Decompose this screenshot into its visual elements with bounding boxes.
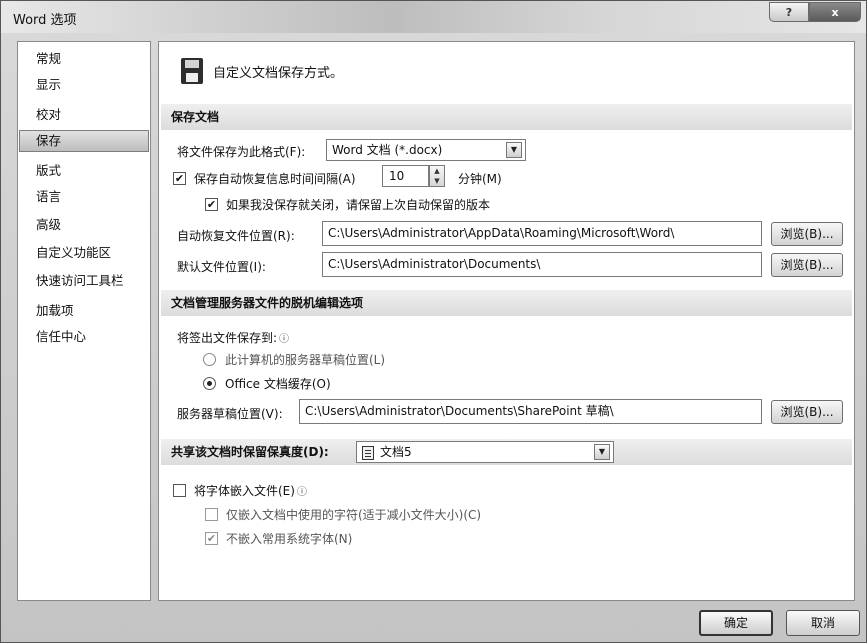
server-drafts-location-label: 服务器草稿位置(V): [177,405,283,422]
floppy-disk-icon [181,58,203,84]
sidebar-item-layout[interactable]: 版式 [19,160,149,182]
server-drafts-location-label-text: 服务器草稿位置(V): [177,407,283,421]
format-label-text: 将文件保存为此格式(F): [177,145,306,159]
fidelity-label: 共享该文档时保留保真度(D): [171,445,329,459]
sidebar: 常规 显示 校对 保存 版式 语言 高级 自定义功能区 快速访问工具栏 加载项 … [17,41,151,601]
help-button[interactable]: ? [769,2,809,22]
fidelity-document-value: 文档5 [380,445,412,459]
sidebar-item-trust-center[interactable]: 信任中心 [19,326,149,348]
section-offline-editing: 文档管理服务器文件的脱机编辑选项 [161,290,852,316]
embed-used-chars-checkbox[interactable] [205,508,218,521]
sidebar-item-general[interactable]: 常规 [19,48,149,70]
save-format-select[interactable]: Word 文档 (*.docx) ▼ [326,139,526,161]
save-checked-out-label: 将签出文件保存到: [177,331,278,345]
browse-default-button[interactable]: 浏览(B)... [771,253,843,277]
embed-fonts-row[interactable]: 将字体嵌入文件(E) ⓘ [173,482,307,499]
server-drafts-radio[interactable] [203,353,216,366]
section-save-documents: 保存文档 [161,104,852,130]
server-drafts-location-input[interactable]: C:\Users\Administrator\Documents\SharePo… [299,399,762,424]
autorecover-checkbox[interactable]: ✔ [173,172,186,185]
save-format-value: Word 文档 (*.docx) [332,143,443,157]
option-server-drafts-row[interactable]: 此计算机的服务器草稿位置(L) [203,351,385,368]
ok-button[interactable]: 确定 [699,610,773,636]
panel-header-text: 自定义文档保存方式。 [213,65,344,81]
document-icon [362,445,374,460]
embed-fonts-label: 将字体嵌入文件(E) [194,484,295,498]
default-location-label: 默认文件位置(I): [177,258,266,275]
format-label: 将文件保存为此格式(F): [177,143,305,160]
autorecover-location-label: 自动恢复文件位置(R): [177,227,295,244]
autorecover-location-label-text: 自动恢复文件位置(R): [177,229,295,243]
word-options-dialog: Word 选项 ? x 常规 显示 校对 保存 版式 语言 高级 自定义功能区 … [0,0,867,643]
save-checked-out-row: 将签出文件保存到: ⓘ [177,329,289,346]
autorecover-row: ✔ 保存自动恢复信息时间间隔(A) [173,170,356,187]
save-options-panel: 自定义文档保存方式。 保存文档 将文件保存为此格式(F): Word 文档 (*… [158,41,855,601]
sidebar-item-customize-ribbon[interactable]: 自定义功能区 [19,242,149,264]
keep-last-label: 如果我没保存就关闭，请保留上次自动保留的版本 [226,198,491,212]
close-button[interactable]: x [809,2,861,22]
office-cache-label: Office 文档缓存(O) [225,377,331,391]
office-cache-radio[interactable] [203,377,216,390]
cancel-button[interactable]: 取消 [786,610,860,636]
embed-used-chars-row[interactable]: 仅嵌入文档中使用的字符(适于减小文件大小)(C) [205,506,481,523]
no-common-fonts-label: 不嵌入常用系统字体(N) [226,532,353,546]
sidebar-item-quick-access-toolbar[interactable]: 快速访问工具栏 [19,270,149,292]
sidebar-item-language[interactable]: 语言 [19,186,149,208]
option-office-cache-row[interactable]: Office 文档缓存(O) [203,375,331,392]
no-common-fonts-row[interactable]: ✔ 不嵌入常用系统字体(N) [205,530,352,547]
server-drafts-label: 此计算机的服务器草稿位置(L) [225,353,386,367]
browse-autorecover-button[interactable]: 浏览(B)... [771,222,843,246]
keep-last-row: ✔ 如果我没保存就关闭，请保留上次自动保留的版本 [205,196,490,213]
sidebar-item-save[interactable]: 保存 [19,130,149,152]
sidebar-item-add-ins[interactable]: 加载项 [19,300,149,322]
minutes-label-text: 分钟(M) [458,172,502,186]
keep-last-checkbox[interactable]: ✔ [205,198,218,211]
minutes-label: 分钟(M) [458,170,502,187]
autorecover-label: 保存自动恢复信息时间间隔(A) [194,172,356,186]
browse-server-drafts-button[interactable]: 浏览(B)... [771,400,843,424]
sidebar-item-advanced[interactable]: 高级 [19,214,149,236]
fidelity-document-select[interactable]: 文档5 ▼ [356,441,614,463]
default-location-input[interactable]: C:\Users\Administrator\Documents\ [322,252,762,277]
embed-used-chars-label: 仅嵌入文档中使用的字符(适于减小文件大小)(C) [226,508,482,522]
title-bar[interactable]: Word 选项 ? x [1,1,866,33]
chevron-down-icon[interactable]: ▼ [506,142,522,158]
autorecover-minutes-input[interactable]: 10 [382,165,429,187]
autorecover-location-input[interactable]: C:\Users\Administrator\AppData\Roaming\M… [322,221,762,246]
embed-fonts-checkbox[interactable] [173,484,186,497]
info-icon: ⓘ [296,487,307,498]
minutes-spinner[interactable]: ▲ ▼ [429,165,445,187]
panel-header: 自定义文档保存方式。 [181,56,343,86]
sidebar-item-proofing[interactable]: 校对 [19,104,149,126]
window-title: Word 选项 [13,13,77,28]
sidebar-item-display[interactable]: 显示 [19,74,149,96]
chevron-down-icon[interactable]: ▼ [594,444,610,460]
no-common-fonts-checkbox[interactable]: ✔ [205,532,218,545]
default-location-label-text: 默认文件位置(I): [177,260,266,274]
info-icon: ⓘ [279,334,290,345]
